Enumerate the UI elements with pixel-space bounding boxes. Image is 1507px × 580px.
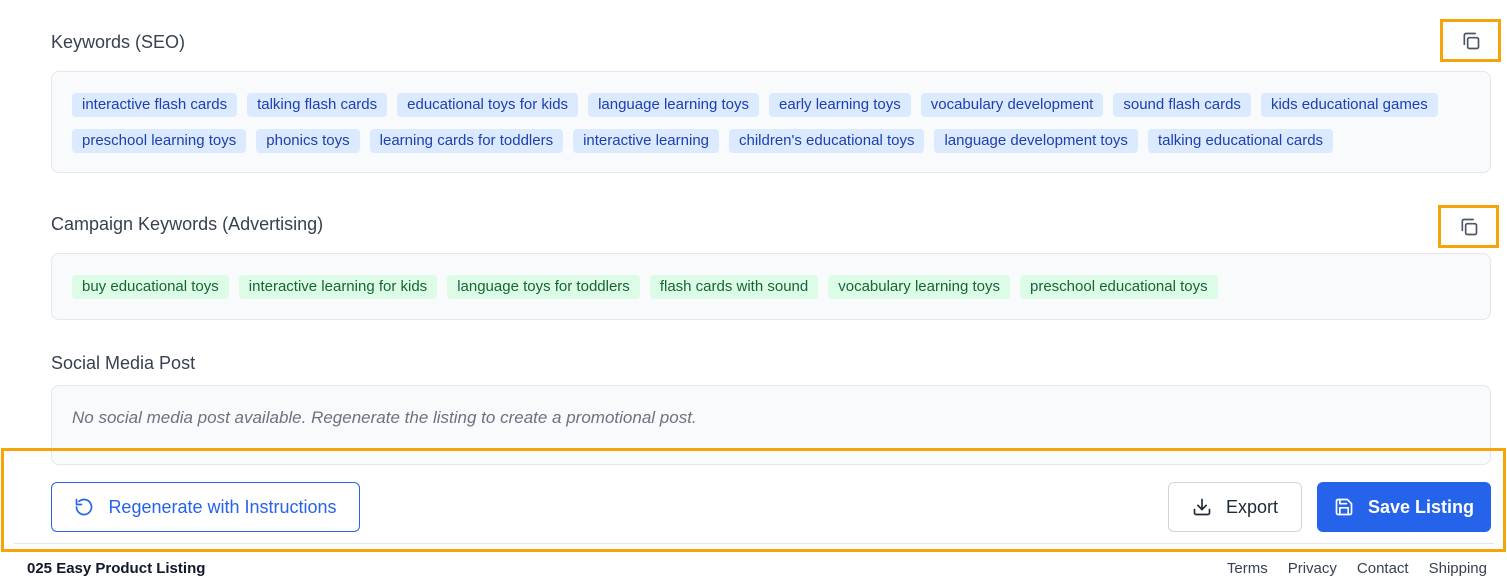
save-listing-label: Save Listing (1367, 496, 1475, 517)
copy-icon (1463, 32, 1479, 49)
campaign-keyword-chip: flash cards with sound (649, 275, 819, 299)
footer-link-terms[interactable]: Terms (1227, 560, 1268, 577)
footer-link-shipping[interactable]: Shipping (1429, 560, 1487, 577)
seo-keyword-chip: children's educational toys (729, 129, 925, 153)
regenerate-button[interactable]: Regenerate with Instructions (51, 482, 360, 532)
seo-keyword-chip: vocabulary development (920, 93, 1104, 117)
seo-keyword-chip: phonics toys (256, 129, 360, 153)
footer-brand: 025 Easy Product Listing (27, 560, 206, 577)
save-listing-button[interactable]: Save Listing (1317, 482, 1491, 532)
footer-divider (14, 543, 1494, 544)
copy-campaign-keywords-button[interactable] (1438, 205, 1499, 248)
seo-keyword-chip: interactive flash cards (72, 93, 238, 117)
seo-keyword-chip: kids educational games (1260, 93, 1438, 117)
export-button[interactable]: Export (1168, 482, 1302, 532)
campaign-keyword-list: buy educational toys interactive learning… (72, 275, 1470, 299)
seo-keyword-list: interactive flash cards talking flash car… (72, 93, 1470, 153)
seo-keywords-title: Keywords (SEO) (51, 32, 186, 52)
seo-keyword-chip: early learning toys (769, 93, 911, 117)
footer-link-privacy[interactable]: Privacy (1288, 560, 1337, 577)
footer-link-contact[interactable]: Contact (1357, 560, 1409, 577)
save-icon (1335, 498, 1353, 516)
seo-keyword-chip: learning cards for toddlers (369, 129, 564, 153)
campaign-keyword-chip: vocabulary learning toys (828, 275, 1010, 299)
rotate-ccw-icon (76, 498, 93, 516)
copy-seo-keywords-button[interactable] (1440, 19, 1501, 62)
seo-keyword-chip: talking flash cards (247, 93, 388, 117)
seo-keywords-card: interactive flash cards talking flash car… (51, 71, 1491, 173)
seo-keyword-chip: language development toys (934, 129, 1138, 153)
campaign-keyword-chip: buy educational toys (72, 275, 229, 299)
campaign-keyword-chip: interactive learning for kids (238, 275, 438, 299)
social-post-placeholder: No social media post available. Regenera… (72, 408, 697, 427)
seo-keyword-chip: language learning toys (588, 93, 760, 117)
campaign-keyword-chip: language toys for toddlers (447, 275, 640, 299)
campaign-keyword-chip: preschool educational toys (1020, 275, 1218, 299)
seo-keyword-chip: educational toys for kids (397, 93, 579, 117)
seo-keyword-chip: sound flash cards (1113, 93, 1251, 117)
export-label: Export (1225, 496, 1279, 517)
download-icon (1193, 498, 1211, 516)
listing-page: Keywords (SEO) interactive flash cards ta… (0, 0, 1507, 580)
campaign-keywords-title: Campaign Keywords (Advertising) (51, 214, 324, 234)
copy-icon (1461, 218, 1477, 235)
footer-links: Terms Privacy Contact Shipping (1227, 560, 1487, 577)
social-post-title: Social Media Post (51, 353, 196, 373)
campaign-keywords-card: buy educational toys interactive learning… (51, 253, 1491, 320)
regenerate-label: Regenerate with Instructions (108, 496, 337, 517)
seo-keyword-chip: talking educational cards (1147, 129, 1334, 153)
seo-keyword-chip: interactive learning (573, 129, 719, 153)
seo-keyword-chip: preschool learning toys (72, 129, 247, 153)
